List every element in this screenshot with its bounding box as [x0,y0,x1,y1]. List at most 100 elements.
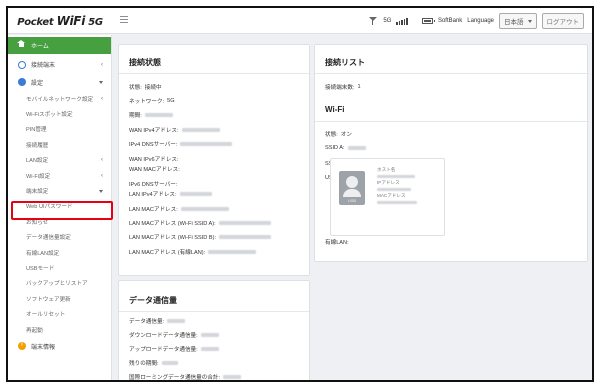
chevron-left-icon: ‹ [101,95,103,102]
sidebar-item-device-info[interactable]: i 端末情報 [8,337,111,355]
signal-type: 5G [383,18,392,24]
sidebar-item-usb-mode[interactable]: USBモード [8,260,111,275]
field-label: WAN MACアドレス: [129,167,180,173]
redacted-value [161,361,178,365]
sidebar-item-devices[interactable]: 接続端末 ‹ [8,56,111,74]
network-icon [18,60,26,69]
field-value: 接続中 [144,85,162,91]
sidebar-item-reboot[interactable]: 再起動 [8,322,111,337]
info-icon: i [18,342,26,350]
sidebar-item-label: データ通信量設定 [26,235,71,242]
redacted-value [208,250,257,254]
menu-toggle-icon[interactable] [120,16,128,24]
field-label: ダウンロードデータ通信量: [129,333,198,339]
download-row: ダウンロードデータ通信量: [129,331,219,339]
sidebar-item-wifi-spot[interactable]: Wi-Fiスポット設定 [8,106,111,121]
redacted-value [144,113,173,117]
upload-row: アップロードデータ通信量: [129,345,219,353]
wan-mac-row: WAN MACアドレス: [129,165,180,173]
sidebar-item-data-usage[interactable]: データ通信量設定 [8,230,111,245]
connected-count-row: 接続端末数: 1 [325,83,361,91]
ipv4-dns-row: IPv4 DNSサーバー: [129,140,233,148]
antenna-icon [369,17,378,25]
card-title: 接続状態 [129,58,161,67]
ipv6-dns-row: IPv6 DNSサーバー: [129,180,177,188]
sidebar-item-software-update[interactable]: ソフトウェア更新 [8,291,111,306]
highlight-box [11,201,113,220]
field-value: 1 [357,84,361,90]
field-label: アップロードデータ通信量: [129,347,198,353]
sidebar-item-wired-lan[interactable]: 有線LAN設定 [8,245,111,260]
duration-row: 期間: [129,111,173,119]
sidebar-item-label: LAN設定 [26,158,49,165]
status-row: 状態: 接続中 [129,83,162,91]
sidebar-item-label: 接続端末 [31,63,56,70]
connection-status-card: 接続状態 状態: 接続中 ネットワーク: 5G 期間: WAN IPv4アドレス… [118,44,310,276]
redacted-value [200,333,219,337]
sidebar-item-label: 端末設定 [26,189,49,196]
card-title: データ通信量 [129,296,177,305]
data-usage-card: データ通信量 データ通信量: ダウンロードデータ通信量: アップロードデータ通信… [118,280,310,381]
redacted-value [223,375,242,379]
chevron-left-icon: ‹ [101,61,103,68]
field-label: IPv6 DNSサーバー: [129,182,178,188]
wired-lan-row: 有線LAN: [325,238,349,246]
home-icon [17,39,26,51]
network-row: ネットワーク: 5G [129,97,175,105]
sidebar-item-label: Wi-Fi設定 [26,173,51,180]
sidebar-item-lan[interactable]: LAN設定 ‹ [8,153,111,168]
field-label: 国際ローミングデータ通信量の合計: [129,375,221,381]
sidebar-item-backup[interactable]: バックアップとリストア [8,276,111,291]
sidebar-item-label: ソフトウェア更新 [26,296,71,303]
redacted-value [180,142,233,146]
field-label: SSID A: [325,145,345,151]
ip-label: IPアドレス [377,180,400,185]
field-label: LAN MACアドレス (Wi-Fi SSID B): [129,235,217,241]
sidebar-item-settings[interactable]: 設定 [8,74,111,92]
field-value: オン [340,132,352,138]
section-title: Wi-Fi [325,105,345,114]
wifi-status-row: 状態: オン [325,130,352,138]
chevron-left-icon: ‹ [101,172,103,179]
redacted-value [181,128,220,132]
sidebar-item-label: Wi-Fiスポット設定 [26,112,73,119]
sidebar-item-label: モバイルネットワーク設定 [26,96,94,103]
logo-prefix: Pocket [17,17,54,28]
field-label: WAN IPv6アドレス: [129,157,179,163]
sidebar-item-mobile-network[interactable]: モバイルネットワーク設定 ‹ [8,91,111,106]
wan-ipv6-row: WAN IPv6アドレス: [129,155,179,163]
sidebar-item-label: オールリセット [26,312,66,319]
sidebar-item-all-reset[interactable]: オールリセット [8,306,111,321]
chevron-down-icon [99,190,103,194]
sidebar-item-label: ホーム [31,44,49,50]
usage-row: データ通信量: [129,317,186,325]
sidebar-item-label: 設定 [31,80,44,87]
field-label: LAN MACアドレス: [129,207,178,213]
sidebar-item-home[interactable]: ホーム [8,37,111,54]
redacted-value [200,347,219,351]
connected-device-card[interactable]: USB ホスト名 IPアドレス MACアドレス [330,158,445,236]
field-label: 有線LAN: [325,240,349,246]
sidebar-item-device-settings[interactable]: 端末設定 [8,183,111,198]
language-select[interactable]: 日本語 [499,13,537,29]
roaming-row: 国際ローミングデータ通信量の合計: [129,373,242,381]
field-label: 期間: [129,113,142,119]
battery-icon [421,18,435,24]
logout-button[interactable]: ログアウト [541,13,584,29]
lan-ipv4-row: LAN IPv4アドレス: [129,190,212,198]
field-label: 状態: [325,132,338,138]
host-label: ホスト名 [377,167,396,172]
sidebar-item-label: PIN管理 [26,127,47,134]
card-title: 接続リスト [325,58,365,67]
sidebar-item-history[interactable]: 接続履歴 [8,137,111,152]
sidebar-item-pin[interactable]: PIN管理 [8,122,111,137]
pocket-wifi-logo[interactable]: Pocket WiFi 5G [8,8,112,34]
sidebar-item-wifi[interactable]: Wi-Fi設定 ‹ [8,168,111,183]
lan-mac-wired-row: LAN MACアドレス (有線LAN): [129,248,257,256]
top-bar: Pocket WiFi 5G 5G SoftBank Language 日本語 … [8,8,592,34]
sidebar-item-label: 接続履歴 [26,142,49,149]
field-label: データ通信量: [129,319,165,325]
field-value: 5G [167,98,175,104]
signal-bars-icon [396,17,408,25]
chevron-left-icon: ‹ [101,157,103,164]
